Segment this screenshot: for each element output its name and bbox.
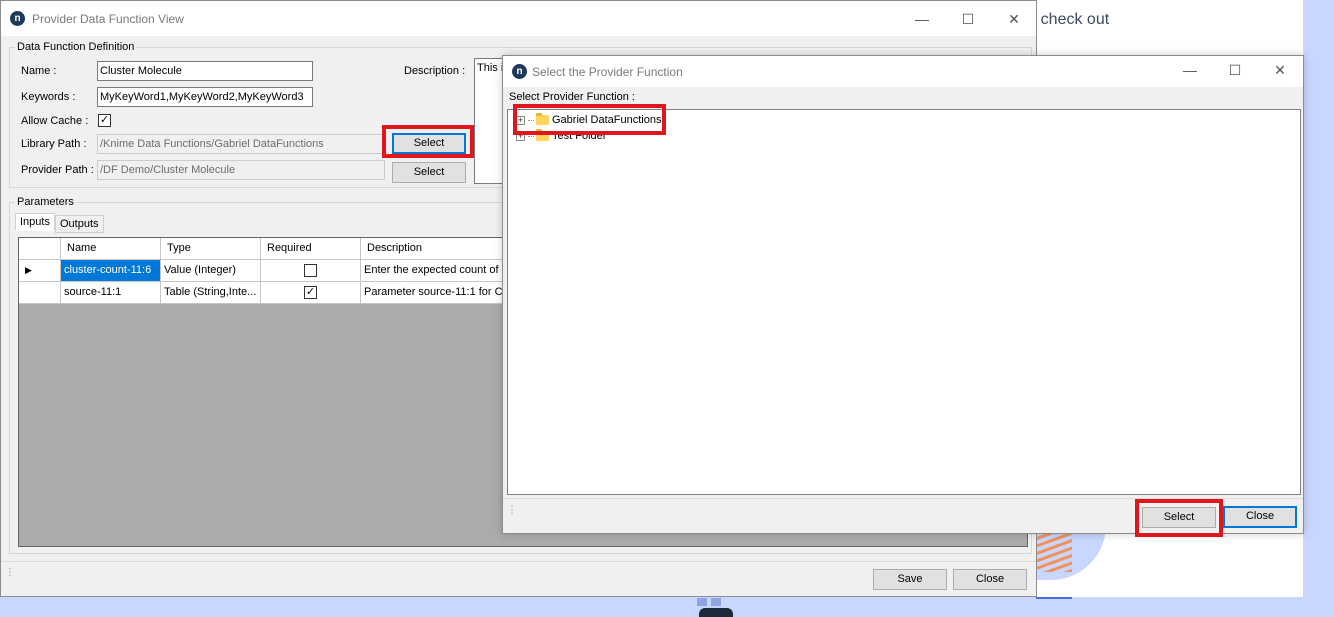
name-label: Name :: [21, 65, 57, 77]
row-indicator-icon: ▶: [19, 260, 61, 282]
name-field[interactable]: Cluster Molecule: [97, 61, 313, 81]
dialog-titlebar[interactable]: n Select the Provider Function — ☐ ✕: [503, 56, 1303, 87]
dialog-title: Select the Provider Function: [532, 65, 683, 79]
dialog-footer: ⋮ Select Close: [503, 498, 1303, 537]
dialog-minimize-icon[interactable]: —: [1175, 60, 1205, 80]
allow-cache-checkbox[interactable]: ✓: [98, 114, 111, 127]
cell-name[interactable]: cluster-count-11:6: [61, 260, 161, 282]
app-icon: n: [10, 11, 25, 26]
provider-path-label: Provider Path :: [21, 164, 94, 176]
dialog-app-icon: n: [512, 64, 527, 79]
highlight-library-select: [382, 125, 474, 158]
cell-type[interactable]: Table (String,Inte...: [161, 282, 261, 304]
window-title: Provider Data Function View: [32, 12, 184, 26]
keywords-label: Keywords :: [21, 91, 76, 103]
provider-path-field: /DF Demo/Cluster Molecule: [97, 160, 385, 180]
required-checkbox[interactable]: ✓: [304, 286, 317, 299]
required-checkbox[interactable]: [304, 264, 317, 277]
cell-required[interactable]: ✓: [261, 282, 361, 304]
row-header: [19, 282, 61, 304]
parameters-group-label: Parameters: [15, 196, 76, 208]
library-path-label: Library Path :: [21, 138, 87, 150]
tab-outputs[interactable]: Outputs: [55, 215, 104, 233]
background-underline: [1036, 597, 1072, 599]
main-footer: ⋮ Save Close: [1, 561, 1036, 596]
keywords-field[interactable]: MyKeyWord1,MyKeyWord2,MyKeyWord3: [97, 87, 313, 107]
background-figure: [697, 598, 737, 617]
definition-group-label: Data Function Definition: [15, 41, 137, 53]
cell-name[interactable]: source-11:1: [61, 282, 161, 304]
close-icon[interactable]: ✕: [999, 9, 1029, 29]
column-header-required[interactable]: Required: [261, 238, 361, 260]
dialog-close-button[interactable]: Close: [1223, 506, 1297, 528]
provider-function-tree[interactable]: + Test Folder + Gabriel DataFunctions: [507, 104, 1301, 495]
cell-required[interactable]: [261, 260, 361, 282]
maximize-icon[interactable]: ☐: [953, 9, 983, 29]
save-button[interactable]: Save: [873, 569, 947, 590]
column-header-name[interactable]: Name: [61, 238, 161, 260]
minimize-icon[interactable]: —: [907, 9, 937, 29]
main-titlebar[interactable]: n Provider Data Function View — ☐ ✕: [1, 1, 1036, 36]
dialog-maximize-icon[interactable]: ☐: [1220, 60, 1250, 80]
provider-select-button[interactable]: Select: [392, 162, 466, 183]
select-provider-function-dialog: n Select the Provider Function — ☐ ✕ Sel…: [502, 55, 1304, 537]
table-row[interactable]: source-11:1 Table (String,Inte... ✓ Para…: [19, 282, 561, 304]
cell-type[interactable]: Value (Integer): [161, 260, 261, 282]
tab-inputs[interactable]: Inputs: [15, 213, 55, 231]
grid-corner: [19, 238, 61, 260]
resize-grip-icon[interactable]: ⋮: [5, 568, 15, 585]
allow-cache-label: Allow Cache :: [21, 115, 89, 127]
select-prompt-label: Select Provider Function :: [509, 91, 635, 103]
description-label: Description :: [404, 65, 466, 77]
library-path-field: /Knime Data Functions/Gabriel DataFuncti…: [97, 134, 385, 154]
resize-grip-icon[interactable]: ⋮: [507, 506, 517, 523]
background-footer: [0, 597, 1334, 617]
highlight-dialog-select: [1135, 499, 1223, 537]
column-header-type[interactable]: Type: [161, 238, 261, 260]
close-button[interactable]: Close: [953, 569, 1027, 590]
highlight-tree-node: [513, 104, 666, 135]
dialog-close-icon[interactable]: ✕: [1265, 60, 1295, 80]
background-panel: [1303, 0, 1334, 617]
grid-header: Name Type Required Description: [19, 238, 561, 260]
table-row[interactable]: ▶ cluster-count-11:6 Value (Integer) Ent…: [19, 260, 561, 282]
